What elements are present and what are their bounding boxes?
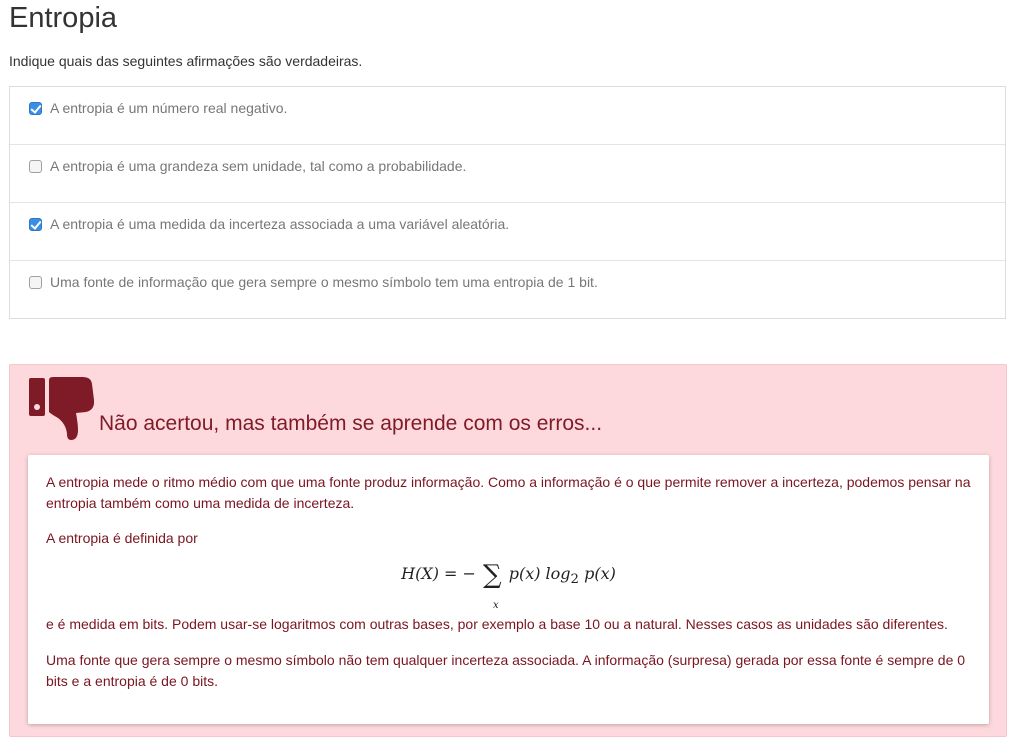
- instructions-text: Indique quais das seguintes afirmações s…: [9, 53, 363, 69]
- feedback-panel: Não acertou, mas também se aprende com o…: [9, 364, 1007, 737]
- option-checkbox[interactable]: [29, 218, 42, 231]
- feedback-title: Não acertou, mas também se aprende com o…: [99, 412, 603, 435]
- option-checkbox[interactable]: [29, 276, 42, 289]
- option-item[interactable]: A entropia é uma grandeza sem unidade, t…: [10, 145, 1005, 203]
- options-list: A entropia é um número real negativo. A …: [9, 86, 1006, 319]
- option-label[interactable]: A entropia é uma medida da incerteza ass…: [50, 216, 509, 232]
- summation-sign: ∑: [483, 560, 502, 590]
- explanation-paragraph: A entropia é definida por: [46, 530, 198, 546]
- page-title: Entropia: [9, 2, 118, 34]
- option-item[interactable]: A entropia é uma medida da incerteza ass…: [10, 203, 1005, 261]
- summation-symbol: ∑ x: [483, 562, 502, 611]
- explanation-paragraph: Uma fonte que gera sempre o mesmo símbol…: [46, 652, 966, 689]
- formula-rhs-post: p(x): [579, 564, 616, 583]
- summation-index: x: [493, 600, 499, 611]
- option-item[interactable]: Uma fonte de informação que gera sempre …: [10, 261, 1005, 319]
- option-checkbox[interactable]: [29, 102, 42, 115]
- log-base: 2: [570, 572, 580, 588]
- entropy-formula: H(X) = − ∑ x p(x) log2 p(x): [28, 562, 989, 611]
- option-item[interactable]: A entropia é um número real negativo.: [10, 87, 1005, 145]
- formula-rhs: p(x) log: [508, 564, 571, 583]
- thumbs-down-icon: [29, 377, 94, 440]
- option-label[interactable]: A entropia é uma grandeza sem unidade, t…: [50, 158, 466, 174]
- option-label[interactable]: A entropia é um número real negativo.: [50, 100, 287, 116]
- formula-lhs: H(X) = −: [401, 564, 476, 583]
- feedback-explanation-card: A entropia mede o ritmo médio com que um…: [28, 455, 989, 724]
- explanation-paragraph: e é medida em bits. Podem usar-se logari…: [46, 616, 948, 632]
- option-checkbox[interactable]: [29, 160, 42, 173]
- option-label[interactable]: Uma fonte de informação que gera sempre …: [50, 274, 598, 290]
- explanation-paragraph: A entropia mede o ritmo médio com que um…: [46, 474, 971, 511]
